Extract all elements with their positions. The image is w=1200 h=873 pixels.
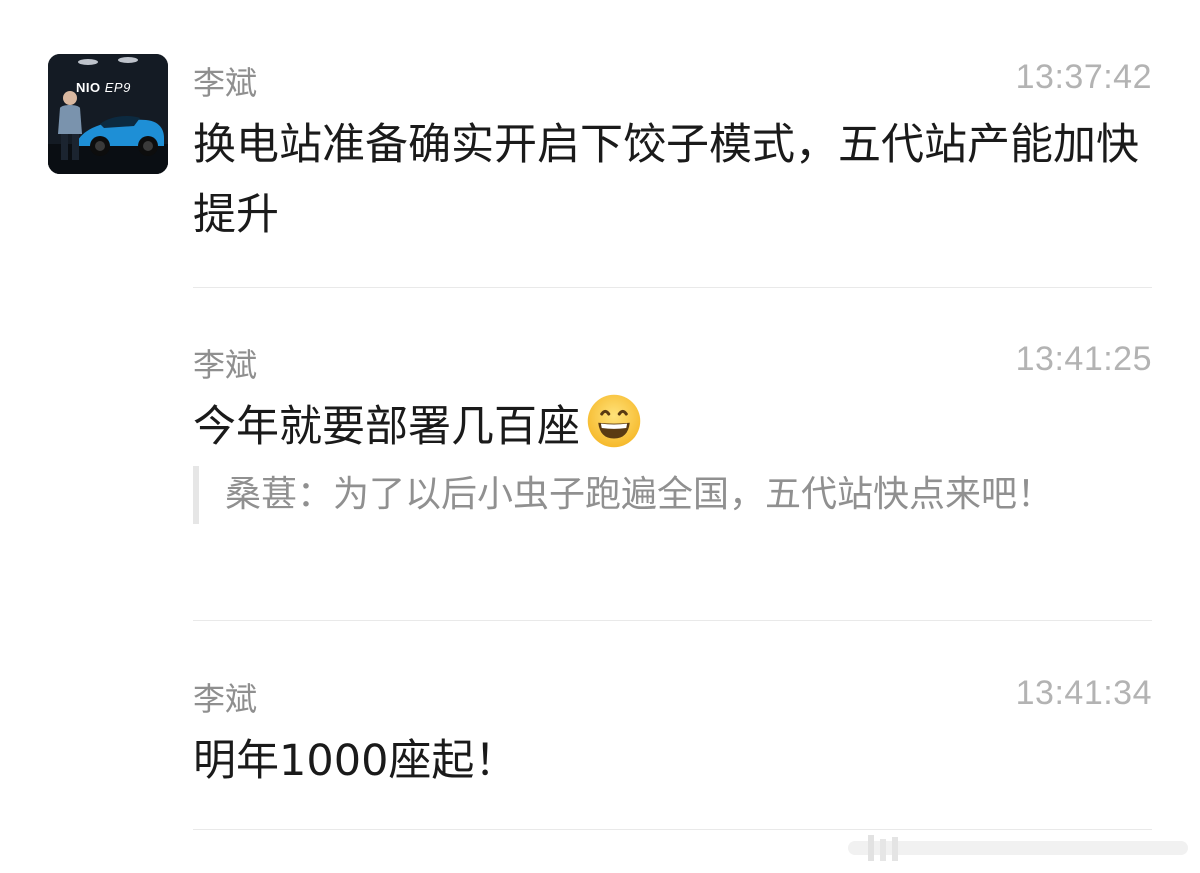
avatar[interactable]: NIO EP9 — [48, 54, 168, 174]
avatar-image — [48, 54, 168, 174]
message-text: 换电站准备确实开启下饺子模式，五代站产能加快提升 — [193, 120, 1139, 240]
message-text-content: 今年就要部署几百座 — [193, 402, 580, 452]
quoted-reply[interactable]: 桑葚：为了以后小虫子跑遍全国，五代站快点来吧！ — [193, 466, 1175, 524]
divider — [193, 287, 1152, 288]
divider — [193, 829, 1152, 830]
message-text: 明年1000座起！ — [193, 736, 518, 786]
message-text: 今年就要部署几百座 — [193, 392, 1153, 462]
message-time: 13:37:42 — [1015, 58, 1152, 96]
message-time: 13:41:34 — [1015, 674, 1152, 712]
grinning-face-emoji — [587, 394, 641, 448]
watermark — [848, 835, 1188, 861]
divider — [193, 620, 1152, 621]
sender-name[interactable]: 李斌 — [193, 58, 257, 104]
sender-name[interactable]: 李斌 — [193, 674, 257, 720]
message-time: 13:41:25 — [1015, 340, 1152, 378]
sender-name[interactable]: 李斌 — [193, 340, 257, 386]
avatar-logo: NIO EP9 — [76, 80, 131, 95]
